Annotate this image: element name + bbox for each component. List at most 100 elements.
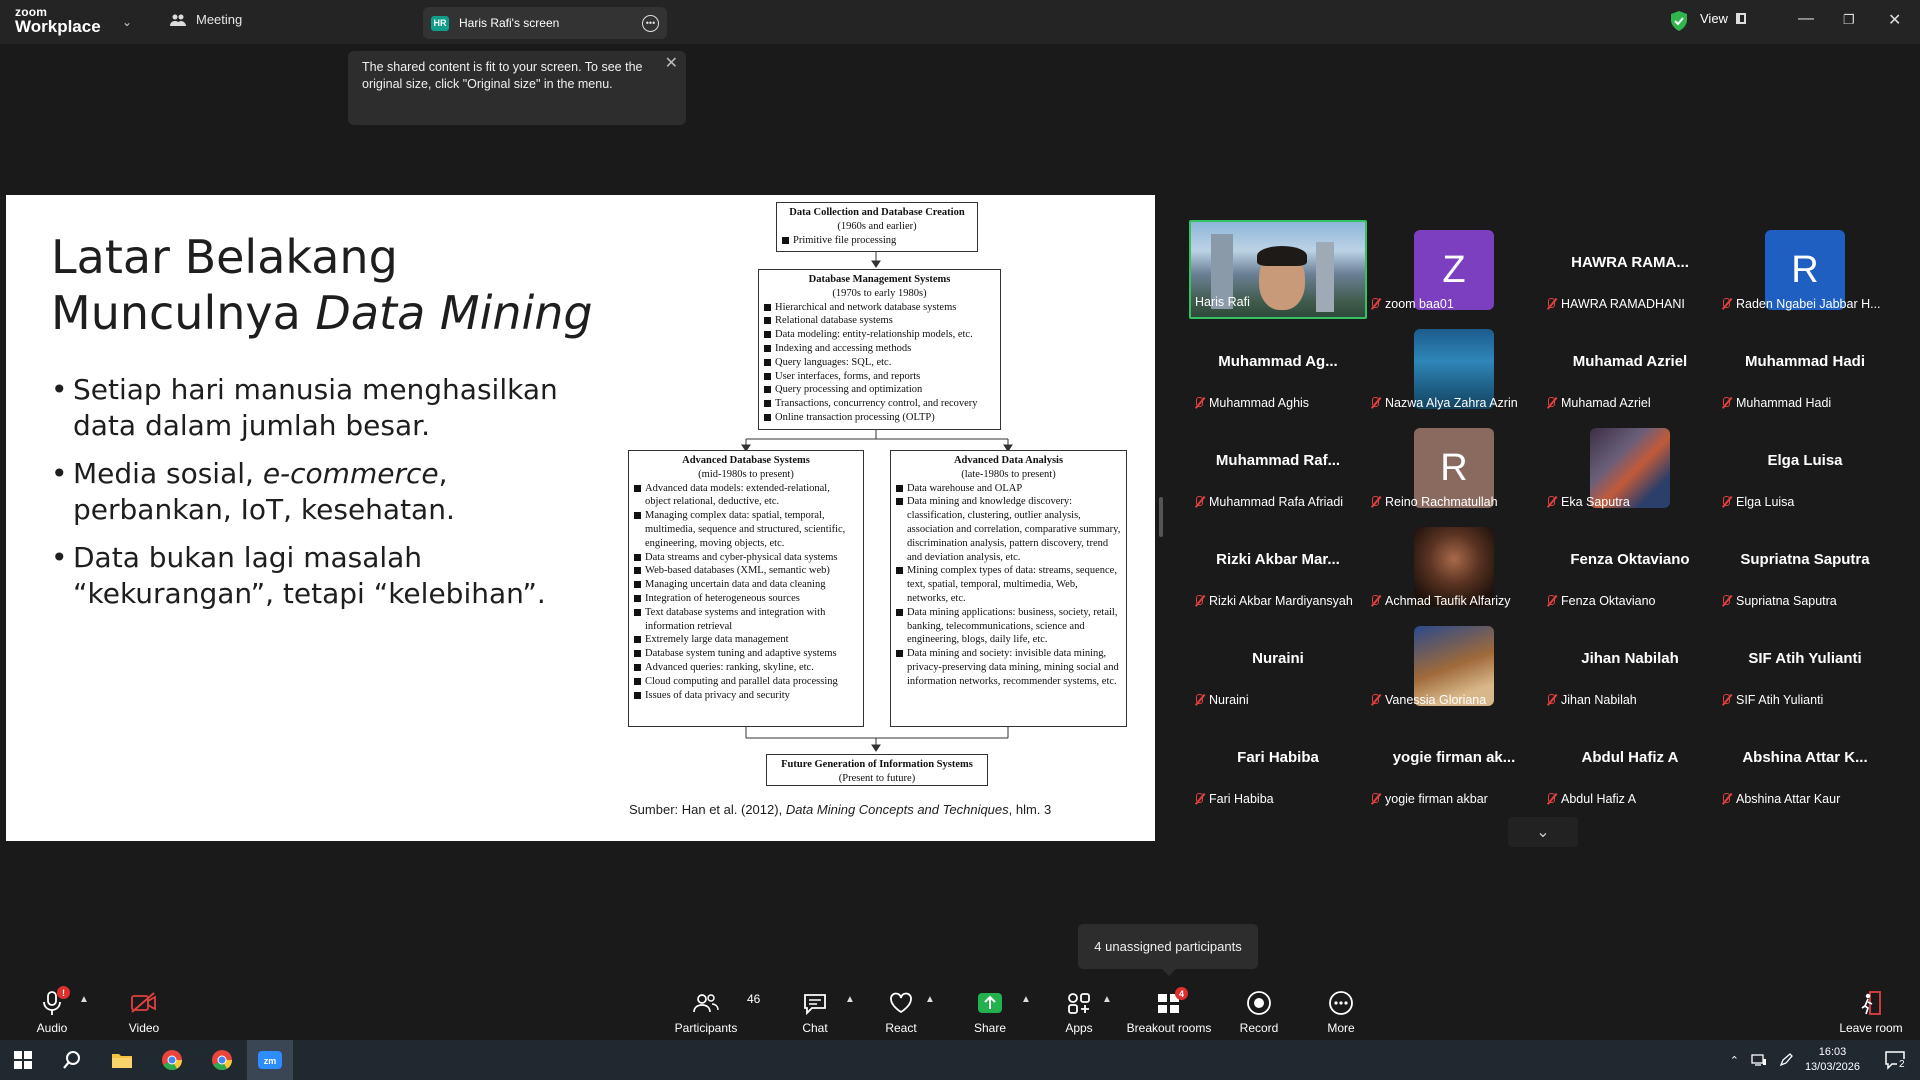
box-subtitle: (Present to future) — [838, 772, 916, 784]
gallery-next-page-button[interactable]: ⌄ — [1508, 817, 1578, 847]
notifications-button[interactable]: 2 — [1884, 1050, 1907, 1075]
participant-tile[interactable]: Vanessia Gloriana — [1365, 616, 1543, 715]
box-item: Data mining and knowledge discovery: cla… — [896, 495, 1121, 564]
participant-tile[interactable]: Abdul Hafiz A Abdul Hafiz A — [1541, 715, 1719, 814]
microphone-muted-icon — [1193, 396, 1205, 410]
participant-tile[interactable]: Nazwa Alya Zahra Azrin — [1365, 319, 1543, 418]
share-options-caret[interactable]: ▲ — [1021, 994, 1031, 1005]
participant-tile[interactable]: yogie firman ak... yogie firman akbar — [1365, 715, 1543, 814]
participant-name-label: Muhammad Hadi — [1720, 396, 1831, 410]
split-view-resize-handle[interactable] — [1159, 497, 1163, 537]
leave-room-button[interactable]: Leave room — [1836, 980, 1906, 1040]
react-options-caret[interactable]: ▲ — [925, 994, 935, 1005]
minimize-button[interactable]: — — [1798, 10, 1814, 28]
participant-name-label: Fari Habiba — [1193, 792, 1274, 806]
chevron-up-icon[interactable]: ⌃ — [1730, 1054, 1739, 1067]
more-button[interactable]: More — [1325, 980, 1357, 1040]
restore-button[interactable]: ❐ — [1843, 12, 1855, 28]
participant-tile[interactable]: R Reino Rachmatullah — [1365, 418, 1543, 517]
participant-tile[interactable]: Eka Saputra — [1541, 418, 1719, 517]
participant-name: Jihan Nabilah — [1561, 693, 1637, 707]
participant-name: Achmad Taufik Alfarizy — [1385, 594, 1511, 608]
chrome-profile-button[interactable] — [199, 1040, 245, 1080]
apps-button[interactable]: Apps — [1061, 980, 1097, 1040]
participant-name-label: Jihan Nabilah — [1545, 693, 1637, 707]
encryption-shield-icon[interactable] — [1670, 11, 1688, 31]
share-button[interactable]: Share — [971, 980, 1009, 1040]
participant-name: Fari Habiba — [1209, 792, 1274, 806]
chat-button[interactable]: Chat — [799, 980, 831, 1040]
meeting-tab[interactable]: Meeting — [170, 12, 242, 27]
box-subtitle: (1970s to early 1980s) — [832, 287, 927, 299]
file-explorer-button[interactable] — [99, 1040, 145, 1080]
breakout-rooms-button[interactable]: 4 Breakout rooms — [1126, 980, 1212, 1040]
microphone-muted-icon — [1720, 495, 1732, 509]
chat-icon — [804, 994, 826, 1015]
participant-tile[interactable]: Supriatna Saputra Supriatna Saputra — [1716, 517, 1894, 616]
box-item: Primitive file processing — [782, 234, 972, 248]
taskbar-clock[interactable]: 16:03 13/03/2026 — [1805, 1045, 1860, 1075]
source-suffix: , hlm. 3 — [1008, 802, 1052, 817]
chrome-button[interactable] — [149, 1040, 195, 1080]
participant-tile[interactable]: HAWRA RAMA... HAWRA RAMADHANI — [1541, 220, 1719, 319]
participant-display-name: Nuraini — [1252, 650, 1304, 667]
network-icon[interactable] — [1751, 1053, 1767, 1067]
participant-tile[interactable]: Fari Habiba Fari Habiba — [1189, 715, 1367, 814]
close-icon[interactable]: ✕ — [665, 55, 678, 72]
participant-tile[interactable]: R Raden Ngabei Jabbar H... — [1716, 220, 1894, 319]
participant-tile[interactable]: Elga Luisa Elga Luisa — [1716, 418, 1894, 517]
participant-display-name: Muhammad Raf... — [1215, 452, 1341, 469]
participant-tile[interactable]: Muhammad Ag... Muhammad Aghis — [1189, 319, 1367, 418]
record-button[interactable]: Record — [1238, 980, 1280, 1040]
unassigned-participants-tooltip: 4 unassigned participants — [1078, 924, 1258, 976]
search-button[interactable] — [49, 1040, 95, 1080]
participant-display-name: yogie firman ak... — [1392, 749, 1516, 766]
diagram-box-dbms: Database Management Systems (1970s to ea… — [758, 269, 1001, 430]
box-item: Online transaction processing (OLTP) — [764, 411, 995, 425]
participant-tile[interactable]: Abshina Attar K... Abshina Attar Kaur — [1716, 715, 1894, 814]
audio-options-caret[interactable]: ▲ — [79, 994, 89, 1005]
participants-button[interactable]: 46 Participants — [670, 980, 761, 1040]
participant-tile[interactable]: Muhamad Azriel Muhamad Azriel — [1541, 319, 1719, 418]
participant-tile[interactable]: Jihan Nabilah Jihan Nabilah — [1541, 616, 1719, 715]
react-button[interactable]: React — [882, 980, 920, 1040]
more-options-icon[interactable]: ••• — [642, 14, 659, 32]
participant-name-label: Vanessia Gloriana — [1369, 693, 1486, 707]
video-button[interactable]: Video — [124, 980, 164, 1040]
participant-tile[interactable]: Achmad Taufik Alfarizy — [1365, 517, 1543, 616]
box-item: Query languages: SQL, etc. — [764, 356, 995, 370]
view-button[interactable]: View — [1700, 11, 1746, 26]
participant-tile[interactable]: Rizki Akbar Mar... Rizki Akbar Mardiyansy… — [1189, 517, 1367, 616]
box-item: Managing uncertain data and data cleanin… — [634, 578, 858, 592]
box-item: Data streams and cyber-physical data sys… — [634, 551, 858, 565]
box-item: Transactions, concurrency control, and r… — [764, 397, 995, 411]
participant-tile[interactable]: SIF Atih Yulianti SIF Atih Yulianti — [1716, 616, 1894, 715]
audio-button[interactable]: ! Audio — [32, 980, 72, 1040]
participant-name: Fenza Oktaviano — [1561, 594, 1656, 608]
participant-tile[interactable]: Zzoom baa01 — [1365, 220, 1543, 319]
participant-name-label: Abdul Hafiz A — [1545, 792, 1636, 806]
participant-tile[interactable]: Nuraini Nuraini — [1189, 616, 1367, 715]
microphone-muted-icon — [1369, 396, 1381, 410]
participant-tile[interactable]: Muhammad Hadi Muhammad Hadi — [1716, 319, 1894, 418]
participant-name: yogie firman akbar — [1385, 792, 1488, 806]
zoom-taskbar-button[interactable]: zm — [247, 1040, 293, 1080]
start-button[interactable] — [0, 1040, 46, 1080]
close-window-button[interactable]: ✕ — [1888, 10, 1901, 30]
zoom-workplace-logo[interactable]: zoom Workplace — [15, 6, 101, 35]
box-item: Query processing and optimization — [764, 383, 995, 397]
participant-tile[interactable]: Haris Rafi — [1189, 220, 1367, 319]
apps-options-caret[interactable]: ▲ — [1102, 994, 1112, 1005]
chat-options-caret[interactable]: ▲ — [845, 994, 855, 1005]
shared-screen-content[interactable]: Latar Belakang Munculnya Data Mining Set… — [6, 195, 1155, 841]
participant-tile[interactable]: Fenza Oktaviano Fenza Oktaviano — [1541, 517, 1719, 616]
pen-icon[interactable] — [1779, 1053, 1793, 1067]
participant-name-label: Achmad Taufik Alfarizy — [1369, 594, 1511, 608]
record-icon — [1247, 991, 1271, 1015]
shared-screen-tab[interactable]: HR Haris Rafi's screen ••• — [423, 7, 667, 39]
share-screen-icon — [978, 993, 1002, 1013]
participant-gallery: Haris Rafi Zzoom baa01 HAWRA RAMA... HAWRA … — [1188, 220, 1908, 810]
box-item: Data modeling: entity-relationship model… — [764, 328, 995, 342]
chevron-down-icon[interactable]: ⌄ — [122, 15, 132, 29]
participant-tile[interactable]: Muhammad Raf... Muhammad Rafa Afriadi — [1189, 418, 1367, 517]
